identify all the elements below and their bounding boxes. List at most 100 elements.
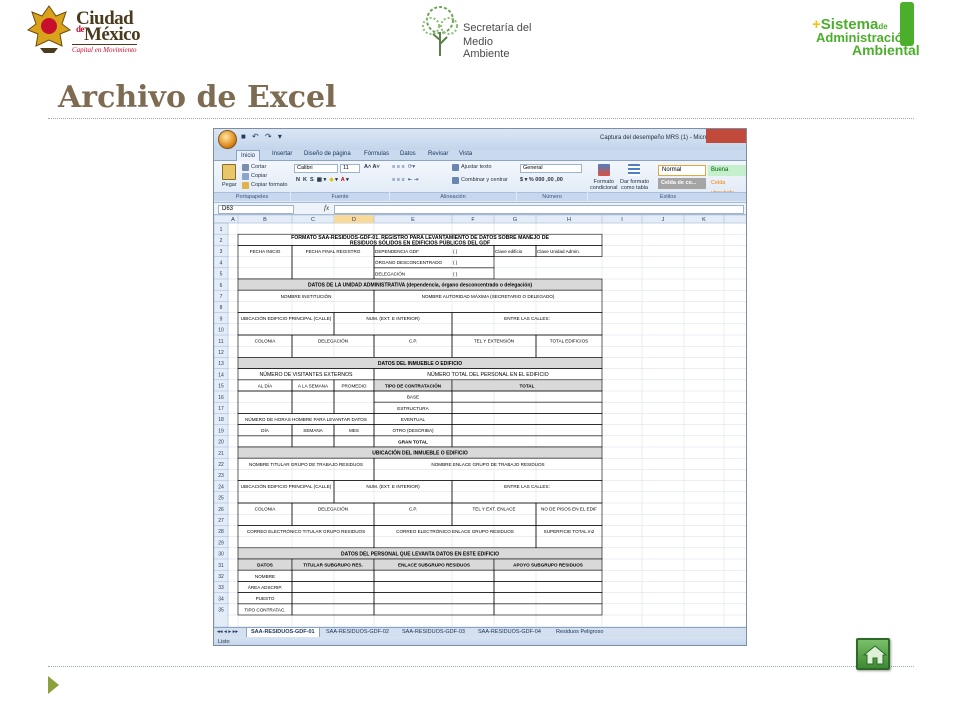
label-entre-calles-1: ENTRE LAS CALLES: bbox=[504, 316, 550, 321]
label-total: TOTAL bbox=[520, 383, 535, 388]
ribbon-tab-6[interactable]: Vista bbox=[459, 151, 472, 157]
status-bar: Listo bbox=[214, 637, 746, 645]
fx-icon[interactable]: fx bbox=[324, 204, 329, 212]
style-linked-cell[interactable]: Celda vinculada bbox=[708, 178, 746, 196]
label-delegacion-1: DELEGACIÓN bbox=[318, 338, 348, 344]
ribbon-tab-3[interactable]: Fórmulas bbox=[364, 151, 389, 157]
ribbon-tab-1[interactable]: Insertar bbox=[272, 151, 292, 157]
row-header-8: 8 bbox=[220, 305, 223, 311]
copy-icon bbox=[242, 173, 249, 180]
label-promedio: PROMEDIO bbox=[341, 383, 366, 388]
font-size-select[interactable]: 11 bbox=[340, 164, 360, 173]
home-button[interactable] bbox=[856, 638, 890, 670]
paste-button[interactable]: Pegar bbox=[222, 182, 237, 188]
office-button-icon[interactable] bbox=[218, 130, 237, 149]
align-top-buttons[interactable]: ≡ ≡ ≡ ⟳▾ bbox=[392, 164, 415, 170]
label-tipo-contratacion: TIPO DE CONTRATACIÓN bbox=[385, 381, 442, 388]
row-header-12: 12 bbox=[218, 350, 224, 356]
worksheet-grid[interactable]: A B C D E F G H I J K 1 2 3 4 5 6 7 8 9 10 11 12 13 14 15 16 17 18 19… bbox=[214, 215, 747, 627]
paste-icon[interactable] bbox=[222, 164, 236, 180]
conditional-format-button[interactable]: Formato condicional bbox=[590, 179, 618, 191]
row-header-10: 10 bbox=[218, 328, 224, 334]
wrap-text-button[interactable]: Ajustar texto bbox=[461, 164, 492, 170]
section-ubicacion: UBICACIÓN DEL INMUEBLE O EDIFICIO bbox=[372, 449, 468, 457]
row-header-20: 20 bbox=[218, 440, 224, 446]
ribbon-tab-5[interactable]: Revisar bbox=[428, 151, 448, 157]
label-al-dia: AL DÍA bbox=[258, 382, 273, 388]
label-mes: MES bbox=[349, 428, 359, 433]
cdmx-line2: deMéxico bbox=[76, 24, 141, 46]
column-header-H: H bbox=[567, 217, 571, 223]
align-buttons[interactable]: ≡ ≡ ≡ ⇤ ⇥ bbox=[392, 177, 419, 183]
window-controls[interactable] bbox=[706, 129, 746, 143]
group-font: Fuente bbox=[291, 192, 389, 201]
label-tel-enlace: TEL Y EXT. ENLACE bbox=[472, 507, 515, 512]
label-horas-hombre: NÚMERO DE HORAS HOMBRE PARA LEVANTAR DAT… bbox=[245, 416, 367, 422]
row-header-35: 35 bbox=[218, 608, 224, 614]
group-alignment: Alineación bbox=[390, 192, 516, 201]
secretaria-medio-ambiente-logo: Secretaría del Medio Ambiente bbox=[420, 4, 535, 60]
label-correo-titular: CORREO ELECTRÓNICO TITULAR GRUPO RESIDUO… bbox=[247, 528, 365, 534]
column-header-E: E bbox=[411, 217, 415, 223]
label-estructura: ESTRUCTURA bbox=[397, 406, 429, 411]
section-inmueble: DATOS DEL INMUEBLE O EDIFICIO bbox=[378, 361, 462, 367]
sheet-tab-2[interactable]: SAA-RESIDUOS-GDF-03 bbox=[402, 628, 465, 637]
label-nombre-titular: NOMBRE TITULAR GRUPO DE TRABAJO RESIDUOS bbox=[249, 462, 363, 467]
row-header-16: 16 bbox=[218, 395, 224, 401]
label-ubicacion-1: UBICACIÓN EDIFICIO PRINCIPAL (CALLE) bbox=[241, 315, 332, 321]
copy-button[interactable]: Copiar bbox=[251, 173, 267, 179]
group-styles: Estilos bbox=[588, 192, 746, 201]
font-grow-shrink[interactable]: A˄ A˅ bbox=[364, 164, 380, 170]
font-style-buttons[interactable]: N K S ▦ ▾ ◆ ▾ A ▾ bbox=[296, 177, 349, 183]
format-painter-button[interactable]: Copiar formato bbox=[251, 182, 287, 188]
label-cp-2: C.P. bbox=[409, 507, 417, 512]
table-format-button[interactable]: Dar formato como tabla bbox=[620, 179, 649, 191]
ribbon-tabs: Inicio Insertar Diseño de página Fórmulas Da… bbox=[214, 150, 746, 161]
sheet-tab-1[interactable]: SAA-RESIDUOS-GDF-02 bbox=[326, 628, 389, 637]
ribbon-tab-0[interactable]: Inicio bbox=[236, 150, 261, 161]
ribbon-tab-4[interactable]: Datos bbox=[400, 151, 416, 157]
style-good[interactable]: Buena bbox=[708, 165, 746, 176]
style-check-cell[interactable]: Celda de co... bbox=[658, 178, 706, 189]
row-header-7: 7 bbox=[220, 294, 223, 300]
row-header-26: 26 bbox=[218, 507, 224, 513]
merge-center-button[interactable]: Combinar y centrar bbox=[461, 177, 508, 183]
cut-button[interactable]: Cortar bbox=[251, 164, 266, 170]
font-name-select[interactable]: Calibri bbox=[294, 164, 338, 173]
sheet-tab-4[interactable]: Residuos Peligroso bbox=[556, 628, 603, 637]
excel-title-bar: ■ ↶ ↷ ▾ Captura del desempeño MRS (1) - … bbox=[214, 129, 746, 150]
row-header-24: 24 bbox=[218, 484, 224, 490]
label-titular-sub: TITULAR SUBGRUPO RES. bbox=[303, 563, 362, 568]
number-format-select[interactable]: General bbox=[520, 164, 582, 173]
label-cp-1: C.P. bbox=[409, 339, 417, 344]
top-divider bbox=[48, 118, 914, 119]
paren-2: ( ) bbox=[453, 260, 458, 265]
label-puesto: PUESTO bbox=[256, 596, 275, 601]
sheet-nav-arrows[interactable]: ◂◂ ◂ ▸ ▸▸ bbox=[217, 628, 238, 637]
style-normal[interactable]: Normal bbox=[658, 165, 706, 176]
paren-1: ( ) bbox=[453, 249, 458, 254]
name-box[interactable]: D63 bbox=[218, 205, 294, 214]
row-header-14: 14 bbox=[218, 372, 224, 378]
row-header-11: 11 bbox=[218, 339, 223, 345]
cdmx-crest-icon bbox=[26, 5, 72, 53]
quick-access-toolbar[interactable]: ■ ↶ ↷ ▾ bbox=[241, 132, 284, 141]
label-otro: OTRO (DESCRIBA) bbox=[392, 428, 434, 433]
ribbon-tab-2[interactable]: Diseño de página bbox=[304, 151, 351, 157]
formula-input[interactable] bbox=[334, 205, 744, 214]
sistema-administracion-ambiental-logo: +Sistemade Administración Ambiental bbox=[810, 2, 928, 60]
section-personal: DATOS DEL PERSONAL QUE LEVANTA DATOS EN … bbox=[341, 551, 499, 557]
sma-line2: Medio Ambiente bbox=[463, 36, 510, 60]
row-header-1: 1 bbox=[220, 227, 223, 233]
worksheet-svg[interactable]: A B C D E F G H I J K12345678910111213141516171819… bbox=[214, 215, 747, 627]
row-header-3: 3 bbox=[220, 249, 223, 255]
label-num-ext-2: NUM. (EXT. E INTERIOR) bbox=[366, 484, 420, 489]
number-buttons[interactable]: $ ▾ % 000 ‚00 ,00 bbox=[520, 177, 563, 183]
label-colonia-1: COLONIA bbox=[255, 339, 277, 344]
sheet-tab-3[interactable]: SAA-RESIDUOS-GDF-04 bbox=[478, 628, 541, 637]
column-header-bar bbox=[214, 215, 746, 224]
label-colonia-2: COLONIA bbox=[255, 507, 277, 512]
column-header-C: C bbox=[311, 217, 315, 223]
label-delegacion-opt: DELEGACIÓN bbox=[375, 270, 405, 276]
label-enlace-sub: ENLACE SUBGRUPO RESIDUOS bbox=[398, 563, 470, 568]
